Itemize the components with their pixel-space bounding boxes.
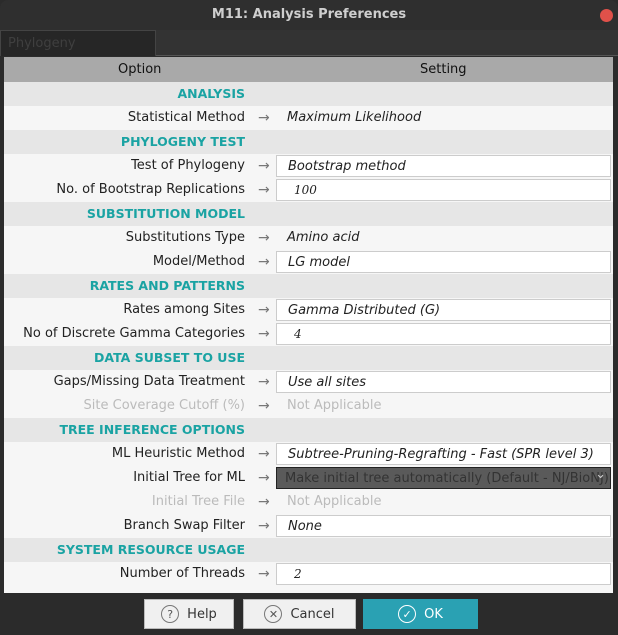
- arrow-icon: →: [258, 446, 270, 462]
- arrow-icon: →: [258, 518, 270, 534]
- option-label: Rates among Sites: [123, 302, 245, 317]
- section-rates-and-patterns: RATES AND PATTERNS: [4, 274, 613, 298]
- cancel-icon: ✕: [264, 605, 283, 623]
- setting-field[interactable]: Gamma Distributed (G): [276, 299, 611, 321]
- option-label: Branch Swap Filter: [123, 518, 245, 533]
- row-no-of-bootstrap-replications: No. of Bootstrap Replications → 100: [4, 178, 613, 202]
- setting-value: Not Applicable: [287, 494, 382, 509]
- help-label: Help: [187, 606, 217, 622]
- setting-number-input[interactable]: 2: [276, 563, 611, 585]
- setting-column-header: Setting: [420, 62, 467, 77]
- tab-phylogeny-reconstruction[interactable]: Phylogeny Reconstruction: [0, 30, 156, 77]
- grid-header: Option Setting: [4, 57, 613, 82]
- option-label: No. of Bootstrap Replications: [56, 182, 245, 197]
- row-test-of-phylogeny: Test of Phylogeny → Bootstrap method: [4, 154, 613, 178]
- setting-field[interactable]: LG model: [276, 251, 611, 273]
- setting-field[interactable]: Bootstrap method: [276, 155, 611, 177]
- section-heading: DATA SUBSET TO USE: [94, 350, 245, 365]
- option-label: Substitutions Type: [125, 230, 245, 245]
- row-initial-tree-for-ml: Initial Tree for ML → Make initial tree au…: [4, 466, 613, 490]
- setting-value: Maximum Likelihood: [287, 110, 422, 125]
- arrow-icon: →: [258, 374, 270, 390]
- ok-label: OK: [424, 606, 443, 622]
- option-label: Initial Tree for ML: [133, 470, 245, 485]
- row-statistical-method: Statistical Method → Maximum Likelihood: [4, 106, 613, 130]
- row-rates-among-sites: Rates among Sites → Gamma Distributed (G): [4, 298, 613, 322]
- row-branch-swap-filter: Branch Swap Filter → None: [4, 514, 613, 538]
- section-heading: ANALYSIS: [177, 86, 245, 101]
- option-label: Test of Phylogeny: [131, 158, 245, 173]
- section-substitution-model: SUBSTITUTION MODEL: [4, 202, 613, 226]
- setting-value: Amino acid: [287, 230, 360, 245]
- section-phylogeny-test: PHYLOGENY TEST: [4, 130, 613, 154]
- option-label: ML Heuristic Method: [111, 446, 245, 461]
- option-label: Site Coverage Cutoff (%): [83, 398, 245, 413]
- setting-field[interactable]: Use all sites: [276, 371, 611, 393]
- row-no-of-discrete-gamma-categories: No of Discrete Gamma Categories → 4: [4, 322, 613, 346]
- row-model-method: Model/Method → LG model: [4, 250, 613, 274]
- title-bar: M11: Analysis Preferences: [0, 0, 618, 30]
- arrow-icon: →: [258, 302, 270, 318]
- ok-button[interactable]: ✓ OK: [363, 599, 478, 629]
- preferences-grid: Option Setting ANALYSIS Statistical Metho…: [4, 57, 613, 593]
- close-icon[interactable]: [600, 9, 613, 22]
- section-system-resource-usage: SYSTEM RESOURCE USAGE: [4, 538, 613, 562]
- arrow-icon: →: [258, 470, 270, 486]
- arrow-icon: →: [258, 230, 270, 246]
- help-button[interactable]: ? Help: [144, 599, 234, 629]
- option-label: Model/Method: [152, 254, 245, 269]
- arrow-icon: →: [258, 398, 270, 414]
- tab-bar: Phylogeny Reconstruction: [0, 30, 618, 77]
- setting-field[interactable]: Subtree-Pruning-Regrafting - Fast (SPR l…: [276, 443, 611, 465]
- row-number-of-threads: Number of Threads → 2: [4, 562, 613, 586]
- section-heading: SYSTEM RESOURCE USAGE: [56, 542, 245, 557]
- section-tree-inference-options: TREE INFERENCE OPTIONS: [4, 418, 613, 442]
- window-title: M11: Analysis Preferences: [211, 7, 407, 22]
- option-label: No of Discrete Gamma Categories: [23, 326, 245, 341]
- option-label: Gaps/Missing Data Treatment: [53, 374, 245, 389]
- arrow-icon: →: [258, 158, 270, 174]
- arrow-icon: →: [258, 182, 270, 198]
- row-initial-tree-file: Initial Tree File → Not Applicable: [4, 490, 613, 514]
- section-heading: TREE INFERENCE OPTIONS: [59, 422, 245, 437]
- cancel-label: Cancel: [290, 606, 335, 622]
- option-label: Statistical Method: [127, 110, 245, 125]
- setting-dropdown[interactable]: Make initial tree automatically (Default…: [276, 467, 611, 489]
- arrow-icon: →: [258, 110, 270, 126]
- section-analysis: ANALYSIS: [4, 82, 613, 106]
- arrow-icon: →: [258, 326, 270, 342]
- section-heading: RATES AND PATTERNS: [89, 278, 245, 293]
- option-label: Number of Threads: [119, 566, 245, 581]
- section-heading: PHYLOGENY TEST: [120, 134, 245, 149]
- arrow-icon: →: [258, 566, 270, 582]
- section-heading: SUBSTITUTION MODEL: [86, 206, 245, 221]
- row-gaps-missing-data-treatment: Gaps/Missing Data Treatment → Use all site…: [4, 370, 613, 394]
- arrow-icon: →: [258, 494, 270, 510]
- cancel-button[interactable]: ✕ Cancel: [243, 599, 356, 629]
- help-icon: ?: [161, 605, 180, 623]
- check-icon: ✓: [398, 605, 417, 623]
- row-site-coverage-cutoff: Site Coverage Cutoff (%) → Not Applicable: [4, 394, 613, 418]
- row-ml-heuristic-method: ML Heuristic Method → Subtree-Pruning-Regr…: [4, 442, 613, 466]
- row-substitutions-type: Substitutions Type → Amino acid: [4, 226, 613, 250]
- section-data-subset-to-use: DATA SUBSET TO USE: [4, 346, 613, 370]
- option-label: Initial Tree File: [151, 494, 245, 509]
- setting-number-input[interactable]: 4: [276, 323, 611, 345]
- option-column-header: Option: [118, 62, 162, 77]
- arrow-icon: →: [258, 254, 270, 270]
- setting-value: Not Applicable: [287, 398, 382, 413]
- button-bar: ? Help ✕ Cancel ✓ OK: [0, 594, 618, 635]
- setting-number-input[interactable]: 100: [276, 179, 611, 201]
- setting-field[interactable]: None: [276, 515, 611, 537]
